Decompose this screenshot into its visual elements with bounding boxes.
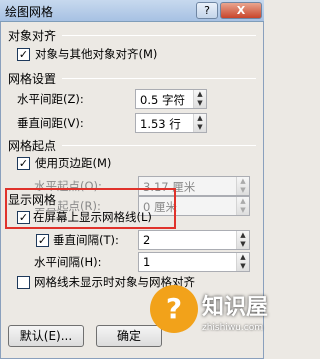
vertical-every-value: 2: [143, 233, 151, 247]
separator: [62, 78, 256, 79]
spin-up-icon[interactable]: ▲: [237, 253, 249, 262]
spin-down-icon[interactable]: ▼: [237, 206, 249, 215]
vertical-every-checkbox[interactable]: ✓: [36, 234, 49, 247]
separator: [62, 35, 256, 36]
spin-arrows[interactable]: ▲ ▼: [193, 90, 206, 108]
spin-up-icon[interactable]: ▲: [237, 197, 249, 206]
close-button[interactable]: X: [220, 2, 262, 19]
vertical-spacing-value: 1.53 行: [140, 117, 181, 131]
vertical-spacing-input[interactable]: 1.53 行 ▲ ▼: [135, 113, 207, 133]
horizontal-every-value: 1: [143, 255, 151, 269]
default-button[interactable]: 默认(E)...: [8, 325, 84, 347]
spin-down-icon[interactable]: ▼: [237, 186, 249, 195]
spin-down-icon[interactable]: ▼: [237, 240, 249, 249]
snap-to-objects-label: 对象与其他对象对齐(M): [35, 47, 158, 61]
grid-settings-heading: 网格设置: [8, 72, 57, 86]
spin-down-icon[interactable]: ▼: [194, 99, 206, 108]
watermark-logo-icon: ?: [150, 285, 198, 333]
horizontal-every-label: 水平间隔(H):: [34, 255, 102, 269]
vertical-spacing-label: 垂直间距(V):: [17, 116, 84, 130]
use-margins-label: 使用页边距(M): [35, 156, 112, 170]
horizontal-every-input[interactable]: 1 ▲ ▼: [138, 252, 250, 272]
grid-origin-heading: 网格起点: [8, 139, 57, 153]
horizontal-spacing-input[interactable]: 0.5 字符 ▲ ▼: [135, 89, 207, 109]
separator: [62, 145, 256, 146]
spin-up-icon[interactable]: ▲: [194, 90, 206, 99]
spin-arrows[interactable]: ▲ ▼: [236, 177, 249, 195]
spin-up-icon[interactable]: ▲: [194, 114, 206, 123]
snap-heading: 对象对齐: [8, 29, 57, 43]
spin-arrows[interactable]: ▲ ▼: [236, 253, 249, 271]
hide-when-not-visible-checkbox[interactable]: [17, 276, 30, 289]
spin-up-icon[interactable]: ▲: [237, 231, 249, 240]
horizontal-spacing-value: 0.5 字符: [140, 93, 185, 107]
watermark-url: zhishiwu.com: [202, 323, 263, 333]
spin-up-icon[interactable]: ▲: [237, 177, 249, 186]
window-title: 绘图网格: [5, 5, 54, 19]
display-gridlines-label: 在屏幕上显示网格线(L): [33, 210, 152, 224]
spin-arrows[interactable]: ▲ ▼: [236, 231, 249, 249]
watermark: ? 知识屋 zhishiwu.com: [150, 285, 268, 345]
spin-arrows[interactable]: ▲ ▼: [236, 197, 249, 215]
show-grid-heading: 显示网格: [8, 191, 59, 208]
snap-to-objects-checkbox[interactable]: ✓: [17, 48, 30, 61]
spin-arrows[interactable]: ▲ ▼: [193, 114, 206, 132]
title-bar: 绘图网格 ? X: [0, 0, 264, 22]
horizontal-spacing-label: 水平间距(Z):: [17, 92, 84, 106]
display-gridlines-checkbox[interactable]: ✓: [17, 211, 30, 224]
vertical-every-label: 垂直间隔(T):: [53, 233, 119, 247]
help-button[interactable]: ?: [196, 2, 218, 19]
use-margins-checkbox[interactable]: ✓: [17, 157, 30, 170]
vertical-every-input[interactable]: 2 ▲ ▼: [138, 230, 250, 250]
spin-down-icon[interactable]: ▼: [194, 123, 206, 132]
watermark-brand: 知识屋: [202, 295, 269, 320]
spin-down-icon[interactable]: ▼: [237, 262, 249, 271]
